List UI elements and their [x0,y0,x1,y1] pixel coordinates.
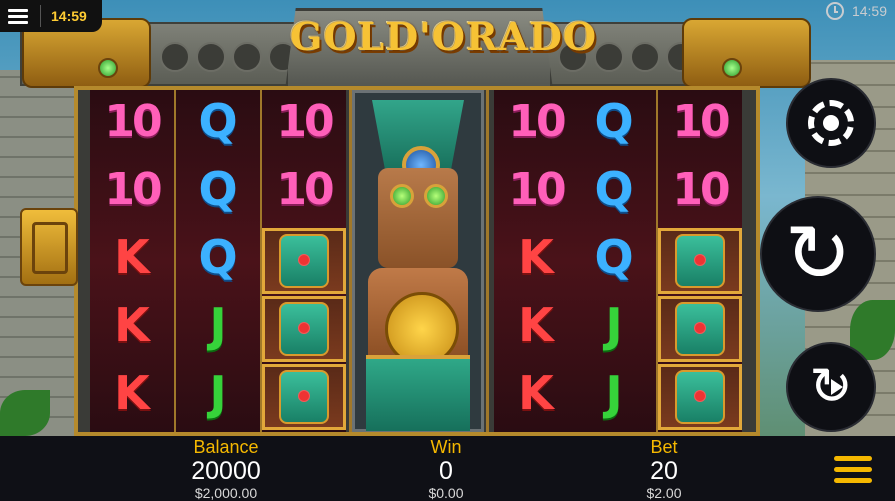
idol-symbol [262,228,346,294]
symbol-k: K [114,366,150,420]
autoplay-icon: ↻ [809,357,853,417]
jungle-leaf [0,390,50,436]
symbol-10: 10 [104,163,162,215]
idol-figure [279,234,329,288]
idol-symbol [262,364,346,430]
menu-icon[interactable] [834,456,872,489]
symbol-j: J [209,366,227,420]
idol-symbol [262,296,346,362]
spin-icon: ↻ [784,207,852,300]
hamburger-icon[interactable] [8,6,28,27]
idol-figure [675,302,725,356]
symbol-10: 10 [276,95,334,147]
idol-symbol [658,296,742,362]
header-slots-left [160,42,298,72]
symbol-j: J [605,366,623,420]
symbol-k: K [518,230,554,284]
symbol-q: Q [198,94,238,148]
symbol-10: 10 [672,163,730,215]
status-bar: 14:59 [825,0,887,22]
idol-figure [675,234,725,288]
bet-panel: Bet 20 $2.00 [584,437,744,501]
win-label: Win [430,437,462,457]
balance-value: 20000 [191,457,261,485]
clock-icon [825,2,844,20]
idol-figure [279,370,329,424]
autoplay-button[interactable]: ↻ [786,342,876,432]
balance-label: Balance [193,437,259,457]
symbol-k: K [114,298,150,352]
symbol-10: 10 [104,95,162,147]
symbol-10: 10 [508,95,566,147]
bet-label: Bet [650,437,678,457]
totem-eye-left [390,184,414,208]
top-menu-bar: 14:59 [0,0,102,32]
symbol-j: J [605,298,623,352]
spin-button[interactable]: ↻ [760,196,876,312]
symbol-k: K [114,230,150,284]
win-money: $0.00 [428,485,464,501]
symbol-10: 10 [276,163,334,215]
idol-symbol [658,364,742,430]
bet-money: $2.00 [646,485,682,501]
side-emblem [20,208,78,286]
symbol-q: Q [594,162,634,216]
symbol-q: Q [594,94,634,148]
win-value: 0 [439,457,453,485]
idol-symbol [658,228,742,294]
win-panel: Win 0 $0.00 [366,437,526,501]
symbol-j: J [209,298,227,352]
bet-value: 20 [650,457,678,485]
chip-icon [808,100,854,146]
balance-money: $2,000.00 [194,485,258,501]
divider [40,5,41,27]
symbol-q: Q [198,162,238,216]
idol-figure [675,370,725,424]
totem-eye-right [424,184,448,208]
status-time: 14:59 [851,3,887,19]
symbol-k: K [518,366,554,420]
symbol-10: 10 [508,163,566,215]
symbol-10: 10 [672,95,730,147]
symbol-q: Q [198,230,238,284]
idol-figure [279,302,329,356]
eagle-ornament-right [682,18,811,88]
reel-separator [486,90,489,432]
clock-time: 14:59 [51,8,87,24]
game-logo: GOLD'ORADO [290,14,598,59]
symbol-q: Q [594,230,634,284]
balance-panel: Balance 20000 $2,000.00 [146,437,306,501]
totem-face [378,168,458,268]
totem-base [366,355,470,431]
bet-settings-button[interactable] [786,78,876,168]
symbol-k: K [518,298,554,352]
